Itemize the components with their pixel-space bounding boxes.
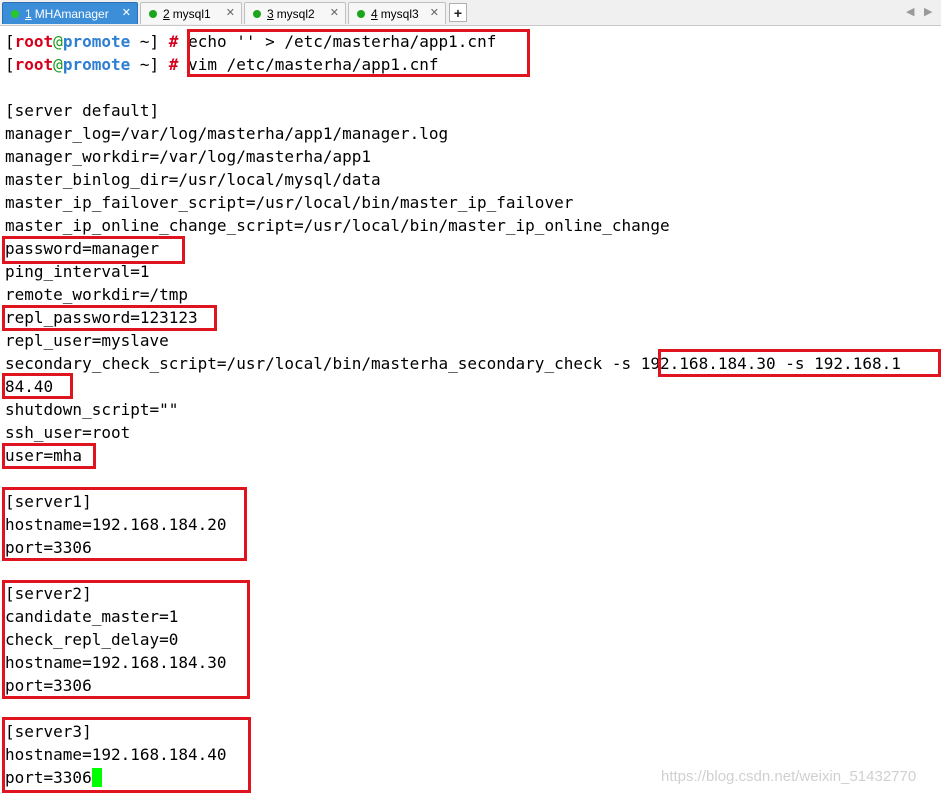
prompt-host: promote [62,55,131,74]
watermark: https://blog.csdn.net/weixin_51432770 [661,768,917,785]
prompt-at: @ [53,55,63,74]
config-line: master_ip_online_change_script=/usr/loca… [5,216,670,235]
status-dot-icon [357,9,365,18]
tab-mysql2[interactable]: 3 mysql2 ✕ [244,2,346,24]
close-icon[interactable]: ✕ [430,6,439,19]
config-line: repl_user=myslave [5,331,169,350]
config-line: master_ip_failover_script=/usr/local/bin… [5,193,574,212]
tab-number: 3 [267,6,274,21]
config-line: manager_workdir=/var/log/masterha/app1 [5,147,372,166]
close-icon[interactable]: ✕ [330,6,339,19]
tab-number: 2 [163,6,170,21]
config-line: [server default] [5,101,160,120]
highlight-box-server1 [2,487,247,561]
tab-label: mysql3 [380,6,419,21]
prompt-host: promote [62,32,131,51]
highlight-box-secondary-ips-wrap [2,373,73,399]
add-tab-button[interactable]: + [449,3,467,22]
config-line: ssh_user=root [5,423,131,442]
prompt-open: [ [5,32,15,51]
highlight-box-server2 [2,580,250,699]
tab-label: mysql2 [276,6,315,21]
status-dot-icon [149,9,157,18]
config-line: master_binlog_dir=/usr/local/mysql/data [5,170,381,189]
scroll-right-icon[interactable]: ▶ [924,5,932,18]
tab-number: 1 [25,6,32,21]
tab-bar: 1 MHAmanager ✕ 2 mysql1 ✕ 3 mysql2 ✕ 4 m… [0,0,941,26]
close-icon[interactable]: ✕ [122,6,131,19]
config-line: remote_workdir=/tmp [5,285,189,304]
highlight-box-repl-password [2,305,217,331]
highlight-box-password [2,236,185,264]
prompt-user: root [14,32,54,51]
prompt-hash: # [168,32,179,51]
tab-mysql3[interactable]: 4 mysql3 ✕ [348,2,446,24]
highlight-box-user [2,443,96,469]
tab-mhamanager[interactable]: 1 MHAmanager ✕ [2,2,138,24]
config-line: manager_log=/var/log/masterha/app1/manag… [5,124,449,143]
prompt-at: @ [53,32,63,51]
tab-label: MHAmanager [34,6,109,21]
prompt-open: [ [5,55,15,74]
prompt-user: root [14,55,54,74]
scroll-left-icon[interactable]: ◀ [906,5,914,18]
tab-number: 4 [371,6,378,21]
highlight-box-secondary-ips [658,349,941,377]
close-icon[interactable]: ✕ [226,6,235,19]
status-dot-icon [11,9,19,18]
prompt-path: ~] [130,55,160,74]
prompt-hash: # [168,55,179,74]
prompt-path: ~] [130,32,160,51]
tab-mysql1[interactable]: 2 mysql1 ✕ [140,2,242,24]
highlight-box-commands [187,29,530,77]
config-line: shutdown_script="" [5,400,179,419]
status-dot-icon [253,9,261,18]
tab-label: mysql1 [172,6,211,21]
highlight-box-server3 [2,717,251,793]
